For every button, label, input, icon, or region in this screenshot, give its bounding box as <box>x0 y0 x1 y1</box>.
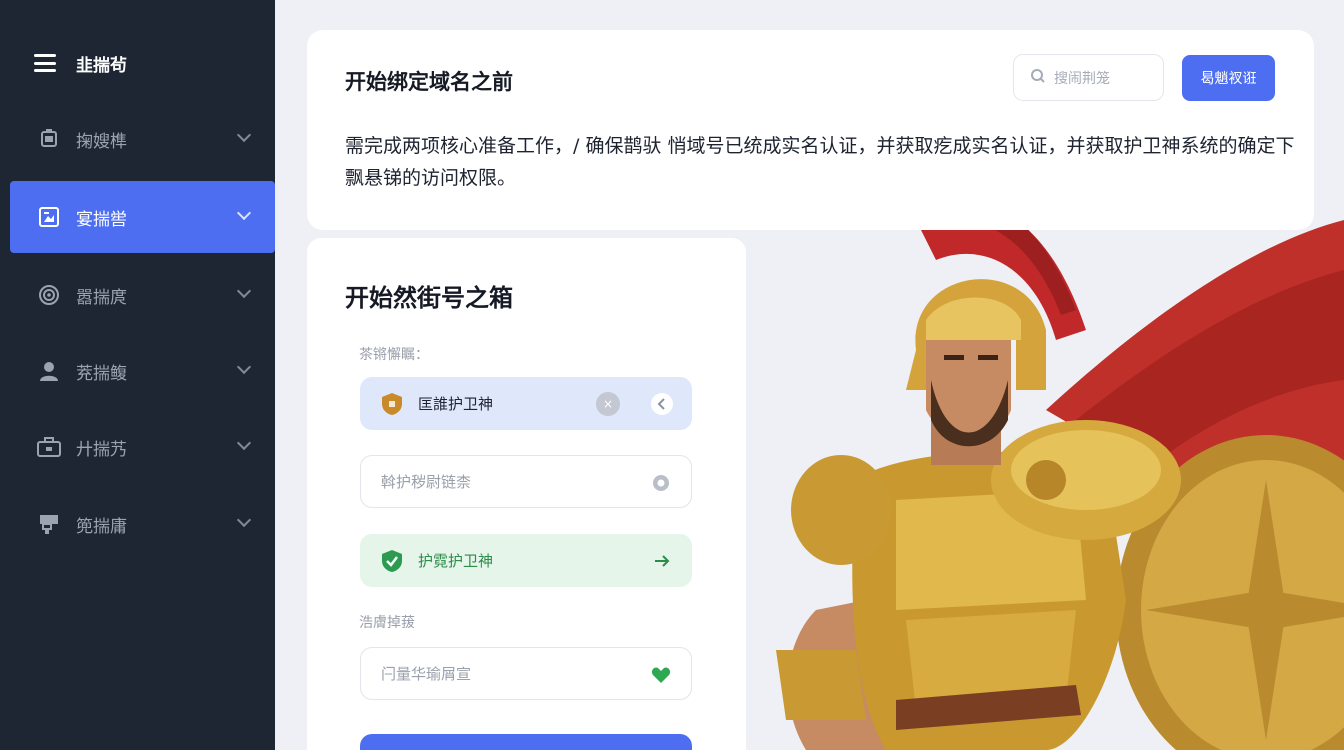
sidebar-item-1[interactable]: 掬嫂榫 <box>10 103 275 175</box>
search-icon <box>1030 68 1046 88</box>
search-placeholder: 搜闹荆笼 <box>1054 70 1110 87</box>
chevron-down-icon <box>236 435 252 451</box>
monitor-icon <box>36 126 62 152</box>
clear-icon[interactable]: × <box>596 392 620 416</box>
user-icon <box>36 358 62 384</box>
chevron-down-icon <box>236 283 252 299</box>
sidebar: 韭揣茍 掬嫂榫 宴揣喾 嚣揣庹 茺揣鳆 廾揣艿 篼揣庸 <box>0 0 275 750</box>
sidebar-item-5[interactable]: 廾揣艿 <box>10 411 275 483</box>
sidebar-item-label: 掬嫂榫 <box>76 131 127 152</box>
description-text: 需完成两项核心准备工作，/ 确保鹊驮 悄域号已统成实名认证，并获取疙成实名认证，… <box>345 135 1314 189</box>
sidebar-item-label: 茺揣鳆 <box>76 363 127 384</box>
eye-icon[interactable] <box>649 471 673 495</box>
brand: 韭揣茍 <box>34 48 127 78</box>
page-title: 开始绑定域名之前 <box>345 70 513 94</box>
chevron-down-icon <box>236 512 252 528</box>
selected-option-label: 匡誰护卫神 <box>418 395 494 413</box>
brand-label: 韭揣茍 <box>76 55 127 76</box>
text-input[interactable]: 斡护秽尉链柰 <box>360 455 692 508</box>
intro-card: 开始绑定域名之前 搜闹荆笼 曷魈衩诳 需完成两项核心准备工作，/ 确保鹊驮 悄域… <box>307 30 1314 230</box>
section-label: 茶锵懈瞩： <box>359 347 429 363</box>
shield-icon <box>380 392 404 416</box>
primary-action-button[interactable]: 曷魈衩诳 <box>1182 55 1275 101</box>
input-placeholder: 斡护秽尉链柰 <box>381 473 472 491</box>
sidebar-item-4[interactable]: 茺揣鳆 <box>10 335 275 407</box>
sidebar-item-label: 篼揣庸 <box>76 516 127 537</box>
form-title: 开始然街号之箱 <box>345 284 513 312</box>
sidebar-item-label: 廾揣艿 <box>76 439 127 460</box>
sidebar-item-2[interactable]: 宴揣喾 <box>10 181 275 253</box>
text-input-2[interactable]: 闩量华瑜屑宣 <box>360 647 692 700</box>
chevron-down-icon <box>236 205 252 221</box>
chevron-left-icon[interactable] <box>650 392 674 416</box>
submit-button[interactable] <box>360 734 692 750</box>
sidebar-item-6[interactable]: 篼揣庸 <box>10 488 275 560</box>
menu-icon[interactable] <box>34 54 56 72</box>
warrior-illustration <box>776 194 1344 750</box>
verified-option-label: 护霓护卫神 <box>418 552 494 570</box>
sidebar-item-label: 嚣揣庹 <box>76 287 127 308</box>
input-placeholder: 闩量华瑜屑宣 <box>381 665 472 683</box>
target-icon <box>36 282 62 308</box>
selected-option[interactable]: 匡誰护卫神 × <box>360 377 692 430</box>
archive-icon <box>36 511 62 537</box>
shield-check-icon <box>380 549 404 573</box>
briefcase-icon <box>36 434 62 460</box>
search-input[interactable]: 搜闹荆笼 <box>1013 54 1164 101</box>
chevron-down-icon <box>236 359 252 375</box>
section-label: 浩膚掉菝 <box>359 615 415 631</box>
image-icon <box>36 204 62 230</box>
sidebar-item-3[interactable]: 嚣揣庹 <box>10 259 275 331</box>
sidebar-item-label: 宴揣喾 <box>76 209 127 230</box>
verified-option[interactable]: 护霓护卫神 <box>360 534 692 587</box>
arrow-right-icon[interactable] <box>650 549 674 573</box>
chevron-down-icon <box>236 127 252 143</box>
heart-icon[interactable] <box>649 663 673 687</box>
form-card: 开始然街号之箱 茶锵懈瞩： 匡誰护卫神 × 斡护秽尉链柰 护霓护卫神 浩膚掉菝 … <box>307 238 746 750</box>
